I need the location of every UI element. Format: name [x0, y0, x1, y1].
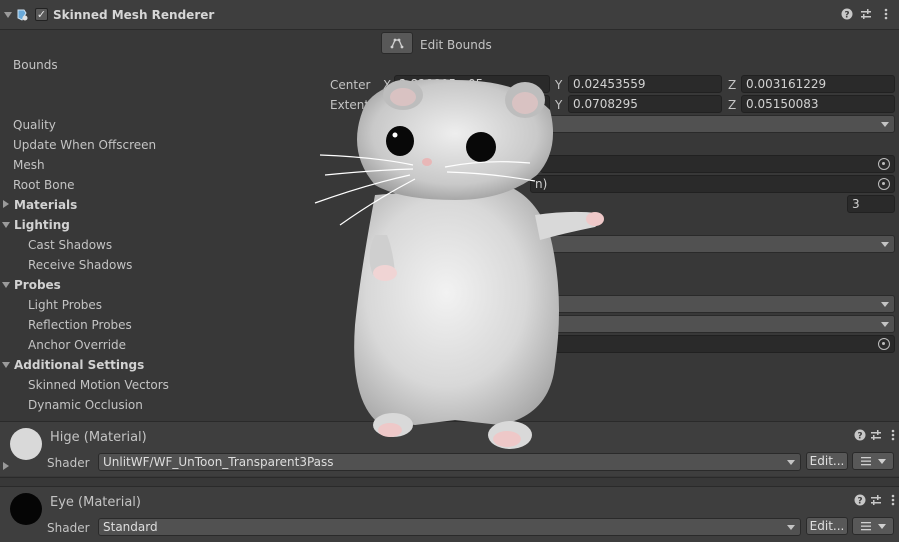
- dynamic-occlusion-label: Dynamic Occlusion: [28, 398, 143, 412]
- shader-list-button[interactable]: [852, 517, 894, 535]
- chevron-down-icon: [881, 242, 889, 247]
- object-picker-icon[interactable]: [878, 158, 890, 170]
- extent-z-label: Z: [728, 98, 737, 112]
- materials-count-field[interactable]: 3: [847, 195, 895, 213]
- foldout-expanded-icon[interactable]: [2, 222, 10, 228]
- chevron-down-icon: [881, 302, 889, 307]
- materials-label[interactable]: Materials: [14, 198, 77, 212]
- mesh-label: Mesh: [13, 158, 45, 172]
- foldout-collapsed-icon[interactable]: [3, 462, 9, 470]
- chevron-down-icon: [787, 525, 795, 530]
- quality-label: Quality: [13, 118, 56, 132]
- material-name: Eye (Material): [50, 495, 141, 510]
- root-bone-label: Root Bone: [13, 178, 75, 192]
- help-icon[interactable]: ?: [840, 8, 854, 22]
- object-picker-icon[interactable]: [878, 338, 890, 350]
- chevron-down-icon: [881, 122, 889, 127]
- lighting-label[interactable]: Lighting: [14, 218, 70, 232]
- more-icon[interactable]: [879, 8, 893, 22]
- shader-dropdown[interactable]: UnlitWF/WF_UnToon_Transparent3Pass: [98, 453, 801, 471]
- shader-dropdown[interactable]: Standard: [98, 518, 801, 536]
- extent-z-field[interactable]: 0.05150083: [741, 95, 895, 113]
- foldout-collapsed-icon[interactable]: [3, 200, 9, 208]
- svg-text:?: ?: [844, 11, 849, 21]
- foldout-expanded-icon[interactable]: [4, 12, 12, 18]
- more-icon[interactable]: [886, 494, 899, 508]
- edit-bounds-button[interactable]: [381, 32, 413, 54]
- center-z-label: Z: [728, 78, 737, 92]
- list-icon: [861, 457, 886, 466]
- cast-shadows-label: Cast Shadows: [28, 238, 113, 252]
- help-icon[interactable]: ?: [853, 494, 867, 508]
- shader-label: Shader: [47, 521, 90, 535]
- presets-icon[interactable]: [869, 494, 883, 508]
- component-header[interactable]: ✓ Skinned Mesh Renderer ?: [0, 0, 899, 30]
- skinned-motion-vectors-label: Skinned Motion Vectors: [28, 378, 169, 392]
- probes-label[interactable]: Probes: [14, 278, 61, 292]
- reflection-probes-label: Reflection Probes: [28, 318, 132, 332]
- receive-shadows-label: Receive Shadows: [28, 258, 133, 272]
- center-z-field[interactable]: 0.003161229: [741, 75, 895, 93]
- help-icon[interactable]: ?: [853, 429, 867, 443]
- skinned-mesh-renderer-icon: [15, 8, 29, 22]
- shader-label: Shader: [47, 456, 90, 470]
- more-icon[interactable]: [886, 429, 899, 443]
- additional-settings-label[interactable]: Additional Settings: [14, 358, 144, 372]
- presets-icon[interactable]: [869, 429, 883, 443]
- material-preview-swatch: [10, 493, 42, 525]
- anchor-override-label: Anchor Override: [28, 338, 127, 352]
- divider: [0, 477, 899, 486]
- component-title: Skinned Mesh Renderer: [53, 8, 215, 22]
- material-panel-eye: Eye (Material) Shader Standard Edit... ?: [0, 486, 899, 542]
- svg-text:?: ?: [857, 497, 862, 507]
- component-enabled-checkbox[interactable]: ✓: [35, 8, 48, 21]
- chevron-down-icon: [787, 460, 795, 465]
- update-offscreen-label: Update When Offscreen: [13, 138, 157, 152]
- foldout-expanded-icon[interactable]: [2, 362, 10, 368]
- material-preview-swatch: [10, 428, 42, 460]
- hamster-3d-model-image: [314, 79, 604, 449]
- list-icon: [861, 522, 886, 531]
- shader-value: Standard: [103, 520, 158, 534]
- chevron-down-icon: [881, 322, 889, 327]
- shader-list-button[interactable]: [852, 452, 894, 470]
- bounds-label: Bounds: [13, 58, 58, 72]
- light-probes-label: Light Probes: [28, 298, 103, 312]
- object-picker-icon[interactable]: [878, 178, 890, 190]
- edit-bounds-label: Edit Bounds: [420, 38, 492, 52]
- presets-icon[interactable]: [859, 8, 873, 22]
- material-name: Hige (Material): [50, 430, 147, 445]
- foldout-expanded-icon[interactable]: [2, 282, 10, 288]
- edit-shader-button[interactable]: Edit...: [806, 517, 848, 535]
- edit-shader-button[interactable]: Edit...: [806, 452, 848, 470]
- shader-value: UnlitWF/WF_UnToon_Transparent3Pass: [103, 455, 334, 469]
- edit-bounds-icon: [390, 38, 404, 49]
- svg-text:?: ?: [857, 432, 862, 442]
